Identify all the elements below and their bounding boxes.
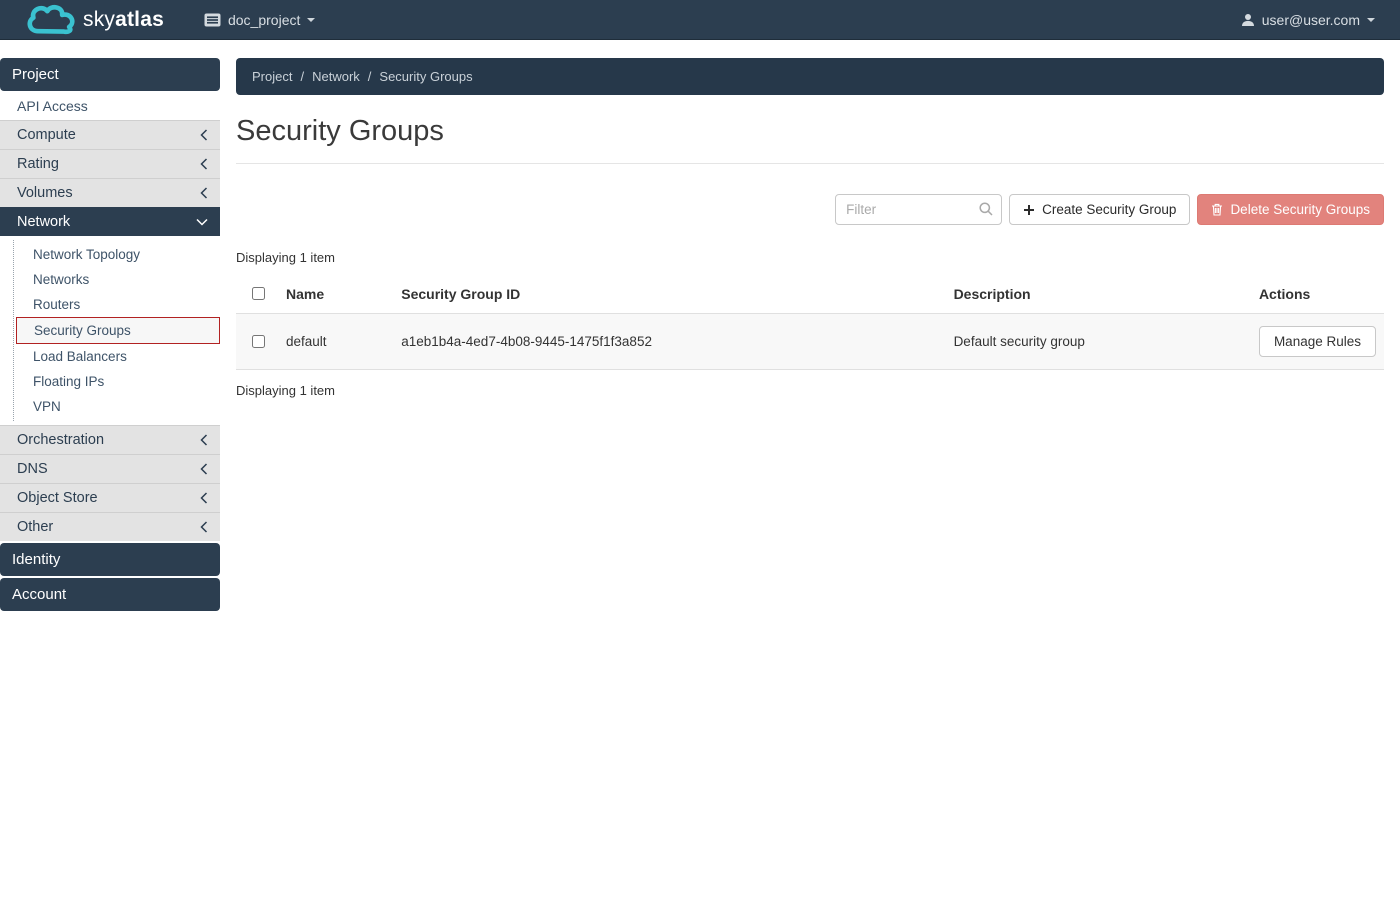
sidebar-item-network[interactable]: Network [0, 207, 220, 236]
cell-name: default [278, 314, 393, 370]
search-button[interactable] [978, 201, 994, 217]
sidebar-item-vpn[interactable]: VPN [14, 394, 220, 419]
security-groups-table: Name Security Group ID Description Actio… [236, 274, 1384, 370]
list-alt-icon [204, 13, 221, 27]
cell-actions: Manage Rules [1251, 314, 1384, 370]
sidebar-item-dns[interactable]: DNS [0, 454, 220, 483]
sidebar-item-volumes[interactable]: Volumes [0, 178, 220, 207]
sidebar-item-label: Orchestration [17, 432, 104, 448]
caret-down-icon [1367, 18, 1375, 22]
sidebar-item-label: Rating [17, 156, 59, 172]
sidebar-item-load-balancers[interactable]: Load Balancers [14, 344, 220, 369]
network-submenu: Network Topology Networks Routers Securi… [13, 240, 220, 421]
select-all-checkbox[interactable] [252, 287, 265, 300]
table-row: default a1eb1b4a-4ed7-4b08-9445-1475f1f3… [236, 314, 1384, 370]
brand-atlas: atlas [115, 8, 164, 31]
chevron-left-icon [200, 129, 208, 141]
sidebar-header-account[interactable]: Account [0, 578, 220, 611]
sidebar-item-label: Volumes [17, 185, 73, 201]
project-switcher-label: doc_project [228, 12, 300, 28]
sidebar-item-label: DNS [17, 461, 48, 477]
sidebar-item-routers[interactable]: Routers [14, 292, 220, 317]
sidebar-item-networks[interactable]: Networks [14, 267, 220, 292]
sidebar-item-rating[interactable]: Rating [0, 149, 220, 178]
delete-security-groups-label: Delete Security Groups [1230, 202, 1370, 217]
skyatlas-brand[interactable]: skyatlas [25, 3, 164, 37]
sidebar-item-label: Compute [17, 127, 76, 143]
sidebar-item-label: Object Store [17, 490, 98, 506]
sidebar-item-api-access[interactable]: API Access [0, 92, 220, 120]
sidebar-item-label: Network [17, 214, 70, 230]
breadcrumb-network[interactable]: Network [312, 69, 360, 84]
sidebar-item-security-groups[interactable]: Security Groups [16, 317, 220, 344]
chevron-left-icon [200, 463, 208, 475]
filter-wrap [835, 194, 1002, 225]
breadcrumb: Project / Network / Security Groups [236, 58, 1384, 95]
cell-description: Default security group [946, 314, 1251, 370]
chevron-left-icon [200, 521, 208, 533]
item-count-bottom: Displaying 1 item [236, 383, 1384, 398]
chevron-down-icon [196, 218, 208, 226]
brand-text: skyatlas [83, 8, 164, 32]
delete-security-groups-button[interactable]: Delete Security Groups [1197, 194, 1384, 225]
select-all-cell [236, 274, 278, 314]
column-header-security-group-id: Security Group ID [393, 274, 945, 314]
filter-input[interactable] [835, 194, 1002, 225]
chevron-left-icon [200, 434, 208, 446]
sidebar-item-label: Other [17, 519, 53, 535]
table-header-row: Name Security Group ID Description Actio… [236, 274, 1384, 314]
sidebar: Project API Access Compute Rating Volume… [0, 58, 220, 612]
column-header-actions: Actions [1251, 274, 1384, 314]
user-menu-label: user@user.com [1262, 12, 1360, 28]
top-navbar: skyatlas doc_project user@user.com [0, 0, 1400, 40]
caret-down-icon [307, 18, 315, 22]
title-divider [236, 163, 1384, 164]
row-select-cell [236, 314, 278, 370]
project-switcher-dropdown[interactable]: doc_project [204, 12, 315, 28]
sidebar-header-project[interactable]: Project [0, 58, 220, 91]
brand-sky: sky [83, 8, 115, 31]
chevron-left-icon [200, 187, 208, 199]
sidebar-item-network-topology[interactable]: Network Topology [14, 242, 220, 267]
user-menu-dropdown[interactable]: user@user.com [1241, 12, 1375, 28]
sidebar-item-object-store[interactable]: Object Store [0, 483, 220, 512]
table-toolbar: Create Security Group Delete Security Gr… [236, 194, 1384, 225]
trash-icon [1211, 203, 1223, 216]
chevron-left-icon [200, 158, 208, 170]
item-count-top: Displaying 1 item [236, 250, 1384, 265]
sidebar-item-other[interactable]: Other [0, 512, 220, 541]
sidebar-item-floating-ips[interactable]: Floating IPs [14, 369, 220, 394]
skyatlas-logo-icon [25, 3, 77, 37]
page-title: Security Groups [236, 115, 1384, 148]
user-icon [1241, 13, 1255, 27]
create-security-group-label: Create Security Group [1042, 202, 1176, 217]
manage-rules-button[interactable]: Manage Rules [1259, 326, 1376, 357]
sidebar-header-identity[interactable]: Identity [0, 543, 220, 576]
sidebar-item-orchestration[interactable]: Orchestration [0, 425, 220, 454]
breadcrumb-separator: / [300, 69, 304, 84]
main-content: Project / Network / Security Groups Secu… [236, 58, 1384, 612]
breadcrumb-separator: / [368, 69, 372, 84]
create-security-group-button[interactable]: Create Security Group [1009, 194, 1190, 225]
column-header-description: Description [946, 274, 1251, 314]
cell-security-group-id: a1eb1b4a-4ed7-4b08-9445-1475f1f3a852 [393, 314, 945, 370]
row-checkbox[interactable] [252, 335, 265, 348]
plus-icon [1023, 204, 1035, 216]
breadcrumb-security-groups: Security Groups [379, 69, 472, 84]
search-icon [978, 205, 994, 220]
column-header-name: Name [278, 274, 393, 314]
sidebar-item-compute[interactable]: Compute [0, 120, 220, 149]
breadcrumb-project[interactable]: Project [252, 69, 292, 84]
chevron-left-icon [200, 492, 208, 504]
